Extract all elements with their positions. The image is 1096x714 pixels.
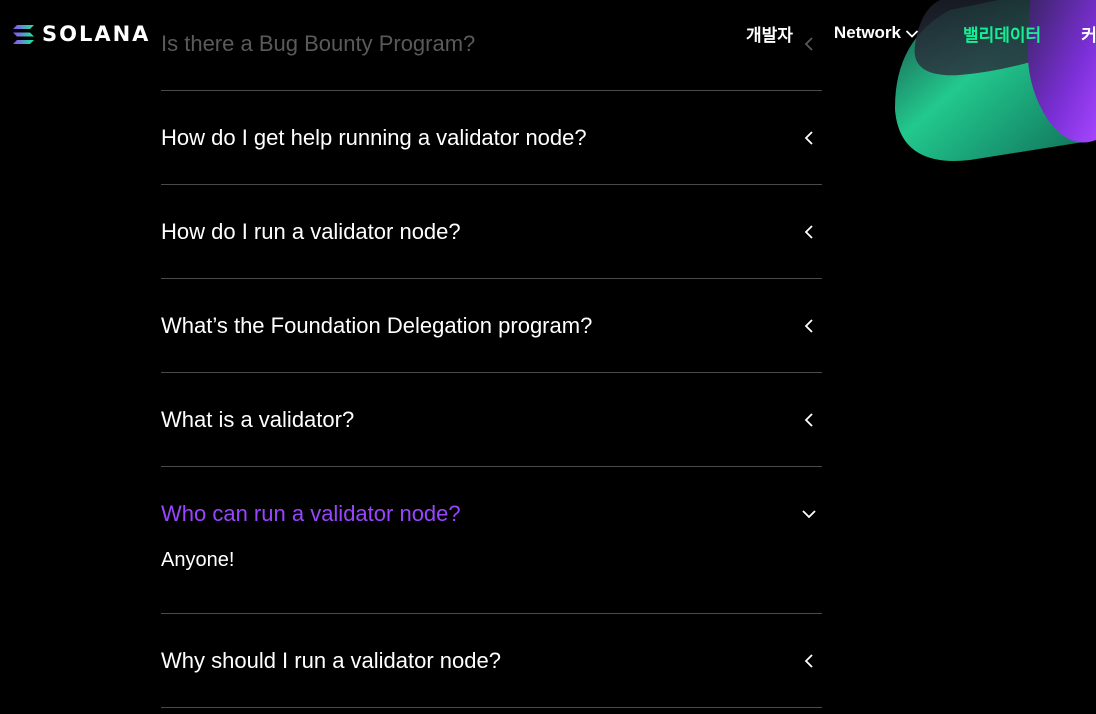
faq-item: What is a validator? <box>161 373 822 467</box>
faq-question-row[interactable]: Why should I run a validator node? <box>161 614 822 707</box>
chevron-left-icon <box>798 221 820 243</box>
faq-question: Why should I run a validator node? <box>161 647 501 673</box>
faq-question-row[interactable]: How do I get help running a validator no… <box>161 91 822 184</box>
faq-answer: Anyone! <box>161 549 235 571</box>
logo-wordmark: SOLANA <box>42 22 151 46</box>
faq-item-expanded: Who can run a validator node? Anyone! <box>161 467 822 614</box>
faq-item: How do I get help running a validator no… <box>161 91 822 185</box>
faq-question: What is a validator? <box>161 406 355 432</box>
faq-question: How do I run a validator node? <box>161 218 461 244</box>
faq-item: Why should I run a validator node? <box>161 614 822 708</box>
faq-question: Who can run a validator node? <box>161 500 461 526</box>
faq-question-row[interactable]: How do I run a validator node? <box>161 185 822 278</box>
chevron-left-icon <box>798 127 820 149</box>
page: SOLANA 개발자 Network 밸리데이터 커 Is there a Bu… <box>0 0 1096 714</box>
solana-logo-mark-icon <box>13 24 34 44</box>
faq-question-row[interactable]: What is a validator? <box>161 373 822 466</box>
faq-item: How do I run a validator node? <box>161 185 822 279</box>
nav-developers[interactable]: 개발자 <box>746 21 793 46</box>
faq-question-row[interactable]: What’s the Foundation Delegation program… <box>161 279 822 372</box>
nav-network[interactable]: Network <box>834 23 919 43</box>
faq-question: How do I get help running a validator no… <box>161 124 587 150</box>
nav-network-label: Network <box>833 23 901 42</box>
solana-logo[interactable]: SOLANA <box>13 22 150 46</box>
faq-question: What’s the Foundation Delegation program… <box>161 312 593 338</box>
nav-community[interactable]: 커 <box>1081 21 1096 46</box>
chevron-down-icon <box>905 30 919 38</box>
faq-item: What’s the Foundation Delegation program… <box>161 279 822 373</box>
chevron-left-icon <box>798 409 820 431</box>
site-header: SOLANA 개발자 Network 밸리데이터 커 <box>0 0 1096 66</box>
nav-validators[interactable]: 밸리데이터 <box>963 21 1041 46</box>
chevron-left-icon <box>798 315 820 337</box>
faq-accordion: Is there a Bug Bounty Program? How do I … <box>161 0 822 708</box>
chevron-left-icon <box>798 650 820 672</box>
chevron-down-icon <box>798 503 820 525</box>
main-nav: 개발자 Network 밸리데이터 커 <box>746 21 1096 46</box>
